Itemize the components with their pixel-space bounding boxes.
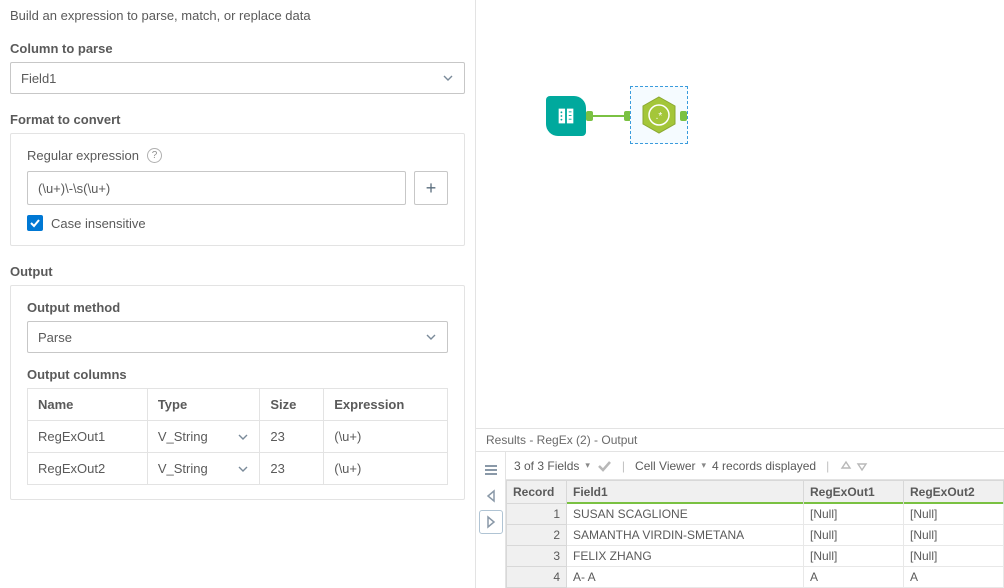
table-row[interactable]: 4 A- A A A bbox=[507, 567, 1004, 588]
column-to-parse-value: Field1 bbox=[21, 71, 56, 86]
check-icon[interactable] bbox=[596, 458, 612, 474]
col-type-cell[interactable]: V_String bbox=[147, 453, 260, 485]
output-panel: Output method Parse Output columns Name … bbox=[10, 285, 465, 500]
output-data-tab[interactable] bbox=[479, 510, 503, 534]
column-to-parse-label: Column to parse bbox=[10, 41, 465, 56]
output-method-label: Output method bbox=[27, 300, 448, 315]
cell-viewer-label[interactable]: Cell Viewer bbox=[635, 459, 695, 473]
results-data-table: Record Field1 RegExOut1 RegExOut2 1 SUSA… bbox=[506, 480, 1004, 588]
regexout2-header[interactable]: RegExOut2 bbox=[903, 481, 1003, 504]
regex-tool[interactable]: .* bbox=[639, 95, 679, 135]
messages-tab[interactable] bbox=[479, 458, 503, 482]
help-icon[interactable]: ? bbox=[147, 148, 162, 163]
case-insensitive-label: Case insensitive bbox=[51, 216, 146, 231]
chevron-down-icon bbox=[237, 463, 249, 475]
regex-label: Regular expression bbox=[27, 148, 139, 163]
output-method-dropdown[interactable]: Parse bbox=[27, 321, 448, 353]
column-to-parse-dropdown[interactable]: Field1 bbox=[10, 62, 465, 94]
dropdown-icon[interactable]: ▾ bbox=[702, 460, 707, 471]
arrow-down-icon[interactable] bbox=[855, 459, 869, 473]
col-name-cell[interactable]: RegExOut1 bbox=[28, 421, 148, 453]
col-type-header: Type bbox=[147, 389, 260, 421]
workflow-canvas[interactable]: .* bbox=[476, 0, 1004, 428]
case-insensitive-checkbox[interactable] bbox=[27, 215, 43, 231]
col-name-cell[interactable]: RegExOut2 bbox=[28, 453, 148, 485]
fields-count[interactable]: 3 of 3 Fields bbox=[514, 459, 579, 473]
regexout1-header[interactable]: RegExOut1 bbox=[804, 481, 904, 504]
col-type-cell[interactable]: V_String bbox=[147, 421, 260, 453]
col-expression-header: Expression bbox=[324, 389, 448, 421]
output-columns-label: Output columns bbox=[27, 367, 448, 382]
input-data-tab[interactable] bbox=[479, 484, 503, 508]
config-heading: Build an expression to parse, match, or … bbox=[10, 8, 465, 23]
table-row[interactable]: 2 SAMANTHA VIRDIN-SMETANA [Null] [Null] bbox=[507, 525, 1004, 546]
add-expression-button[interactable]: + bbox=[414, 171, 448, 205]
table-row[interactable]: 1 SUSAN SCAGLIONE [Null] [Null] bbox=[507, 504, 1004, 525]
results-header: Results - RegEx (2) - Output bbox=[476, 428, 1004, 452]
output-columns-table: Name Type Size Expression RegExOut1 V_St… bbox=[27, 388, 448, 485]
col-name-header: Name bbox=[28, 389, 148, 421]
input-tool[interactable] bbox=[546, 96, 586, 136]
output-method-value: Parse bbox=[38, 330, 72, 345]
col-size-header: Size bbox=[260, 389, 324, 421]
arrow-up-icon[interactable] bbox=[839, 459, 853, 473]
dropdown-icon[interactable]: ▾ bbox=[585, 460, 590, 471]
field1-header[interactable]: Field1 bbox=[567, 481, 804, 504]
results-side-tabs bbox=[476, 452, 506, 588]
output-anchor[interactable] bbox=[680, 111, 687, 121]
records-displayed: 4 records displayed bbox=[712, 459, 816, 473]
table-row[interactable]: 3 FELIX ZHANG [Null] [Null] bbox=[507, 546, 1004, 567]
table-row[interactable]: RegExOut1 V_String 23 (\u+) bbox=[28, 421, 448, 453]
chevron-down-icon bbox=[237, 431, 249, 443]
chevron-down-icon bbox=[442, 72, 454, 84]
record-header[interactable]: Record bbox=[507, 481, 567, 504]
chevron-down-icon bbox=[425, 331, 437, 343]
col-size-cell[interactable]: 23 bbox=[260, 453, 324, 485]
results-title: Results - RegEx (2) - Output bbox=[486, 433, 637, 447]
col-expression-cell: (\u+) bbox=[324, 453, 448, 485]
results-toolbar: 3 of 3 Fields ▾ | Cell Viewer ▾ 4 record… bbox=[506, 452, 1004, 480]
svg-text:.*: .* bbox=[656, 111, 663, 122]
output-label: Output bbox=[10, 264, 465, 279]
format-panel: Regular expression ? + Case insensitive bbox=[10, 133, 465, 246]
regex-input[interactable] bbox=[27, 171, 406, 205]
col-size-cell[interactable]: 23 bbox=[260, 421, 324, 453]
book-icon bbox=[555, 105, 577, 127]
col-expression-cell: (\u+) bbox=[324, 421, 448, 453]
table-row[interactable]: RegExOut2 V_String 23 (\u+) bbox=[28, 453, 448, 485]
format-label: Format to convert bbox=[10, 112, 465, 127]
